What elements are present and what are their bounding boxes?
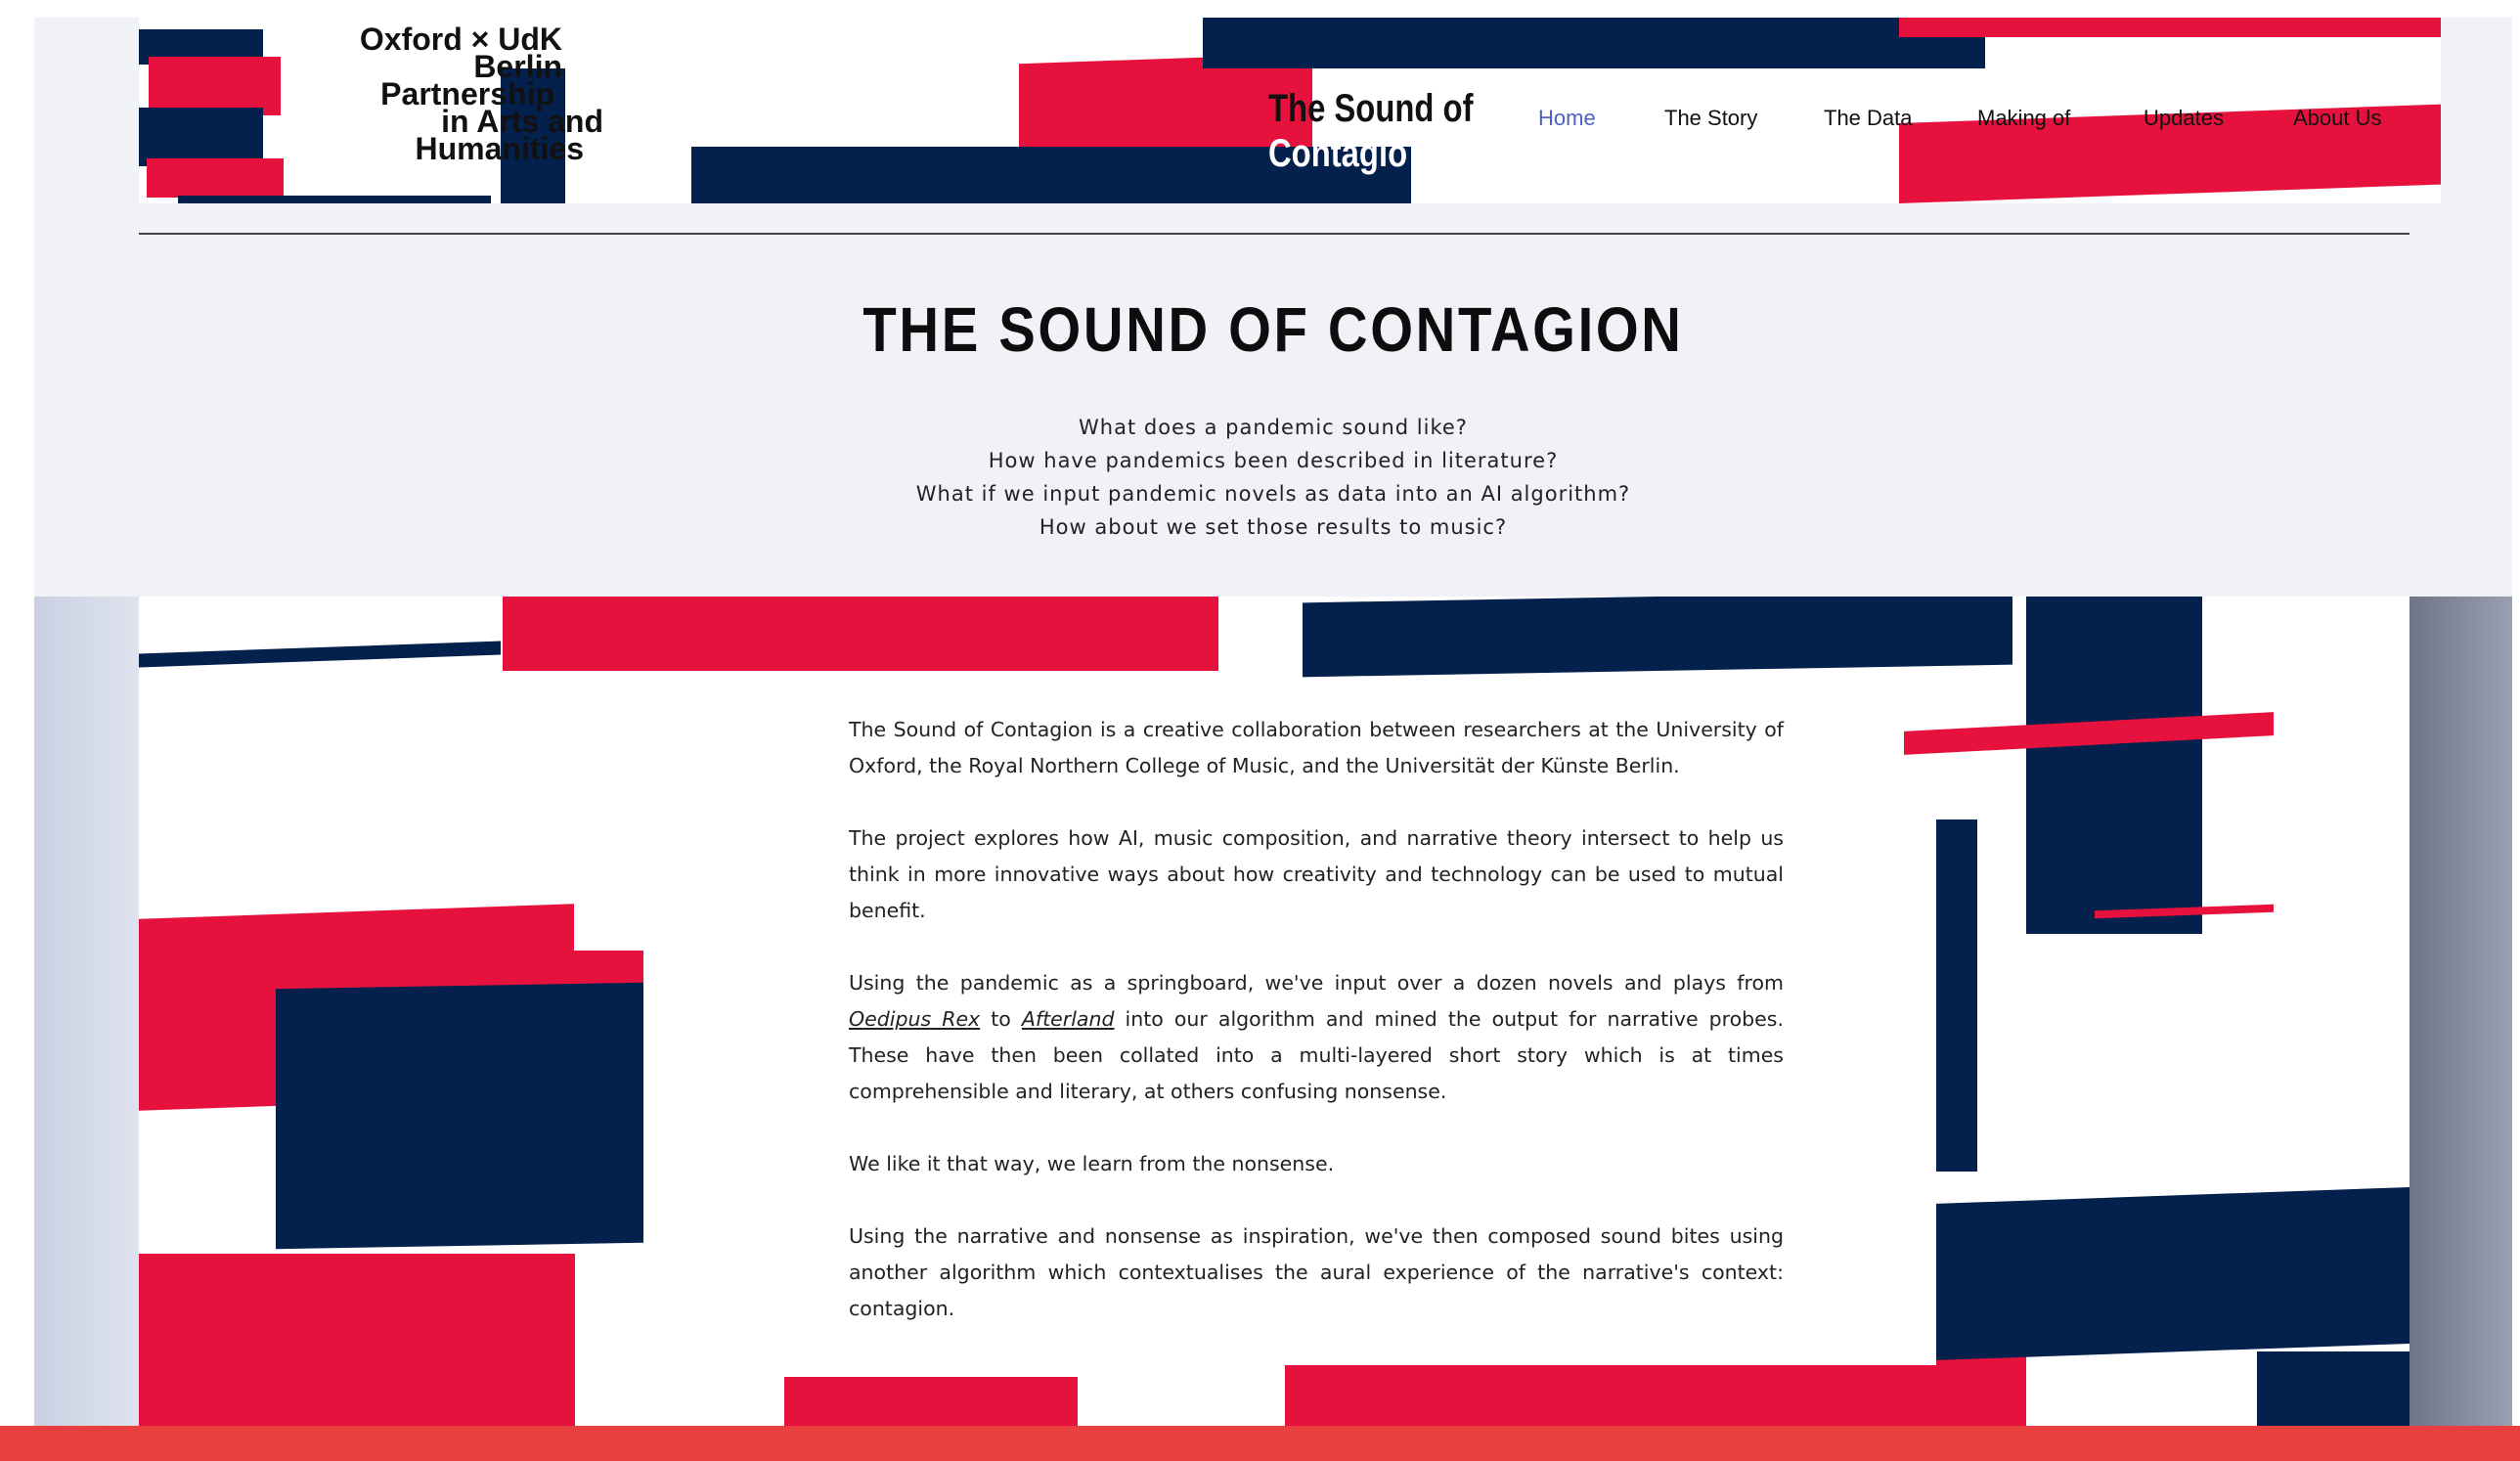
card-shape-navy-sliver <box>139 641 501 668</box>
header-divider <box>139 233 2409 235</box>
p3-part-b: to <box>980 1007 1022 1031</box>
partnership-logo[interactable]: Oxford × UdK Berlin Partnership in Arts … <box>290 23 603 166</box>
nav-making-of[interactable]: Making of <box>1977 106 2070 131</box>
card-shape-navy-top <box>1303 597 2012 678</box>
site-title-line-1: The Sound of <box>1268 87 1474 130</box>
card-shape-red-left-bottom <box>139 1254 575 1443</box>
hero-question-3: What if we input pandemic novels as data… <box>915 482 1631 506</box>
nav-the-story[interactable]: The Story <box>1664 106 1757 131</box>
logo-block-red-2 <box>147 158 284 198</box>
card-shape-navy-bottom-right <box>1936 1187 2409 1360</box>
logo-underline <box>178 196 491 203</box>
page-title: THE SOUND OF CONTAGION <box>862 294 1684 365</box>
card-shape-red-top <box>503 597 1218 671</box>
card-shape-navy-bar-vertical <box>1936 819 1977 1172</box>
site-header: Oxford × UdK Berlin Partnership in Arts … <box>139 18 2441 203</box>
card-shape-navy-right-tall <box>2026 597 2202 934</box>
nav-the-data[interactable]: The Data <box>1824 106 1913 131</box>
intro-paragraph-1: The Sound of Contagion is a creative col… <box>849 718 1784 777</box>
p3-part-a: Using the pandemic as a springboard, we'… <box>849 971 1784 995</box>
header-shape-red-b <box>1899 18 2441 37</box>
intro-paragraph-5: Using the narrative and nonsense as insp… <box>849 1224 1784 1320</box>
header-shape-navy-b <box>1203 18 1985 68</box>
page: Oxford × UdK Berlin Partnership in Arts … <box>34 18 2512 1461</box>
intro-paragraph-3: Using the pandemic as a springboard, we'… <box>849 965 1784 1110</box>
logo-block-red-1 <box>149 57 281 115</box>
hero-question-1: What does a pandemic sound like? <box>1079 416 1468 439</box>
intro-text: The Sound of Contagion is a creative col… <box>849 712 1784 1363</box>
logo-line-5: Humanities <box>415 131 584 166</box>
site-title[interactable]: The Sound of Contagio <box>1268 86 1474 176</box>
site-title-line-2: Contagio <box>1268 132 1408 175</box>
logo-block-navy-2 <box>139 108 263 166</box>
intro-paragraph-2: The project explores how AI, music compo… <box>849 826 1784 922</box>
nav-updates[interactable]: Updates <box>2144 106 2224 131</box>
hero-questions: What does a pandemic sound like? How hav… <box>34 411 2512 544</box>
link-oedipus-rex[interactable]: Oedipus Rex <box>849 1007 980 1031</box>
hero-question-4: How about we set those results to music? <box>1039 515 1508 539</box>
bottom-red-bar <box>0 1426 2520 1461</box>
nav-home[interactable]: Home <box>1538 106 1596 131</box>
content-band: The Sound of Contagion is a creative col… <box>34 597 2512 1443</box>
intro-paragraph-4: We like it that way, we learn from the n… <box>849 1152 1335 1175</box>
hero-question-2: How have pandemics been described in lit… <box>988 449 1559 472</box>
content-card: The Sound of Contagion is a creative col… <box>139 597 2409 1443</box>
card-shape-navy-left <box>276 982 643 1250</box>
link-afterland[interactable]: Afterland <box>1022 1007 1115 1031</box>
nav-about-us[interactable]: About Us <box>2293 106 2382 131</box>
